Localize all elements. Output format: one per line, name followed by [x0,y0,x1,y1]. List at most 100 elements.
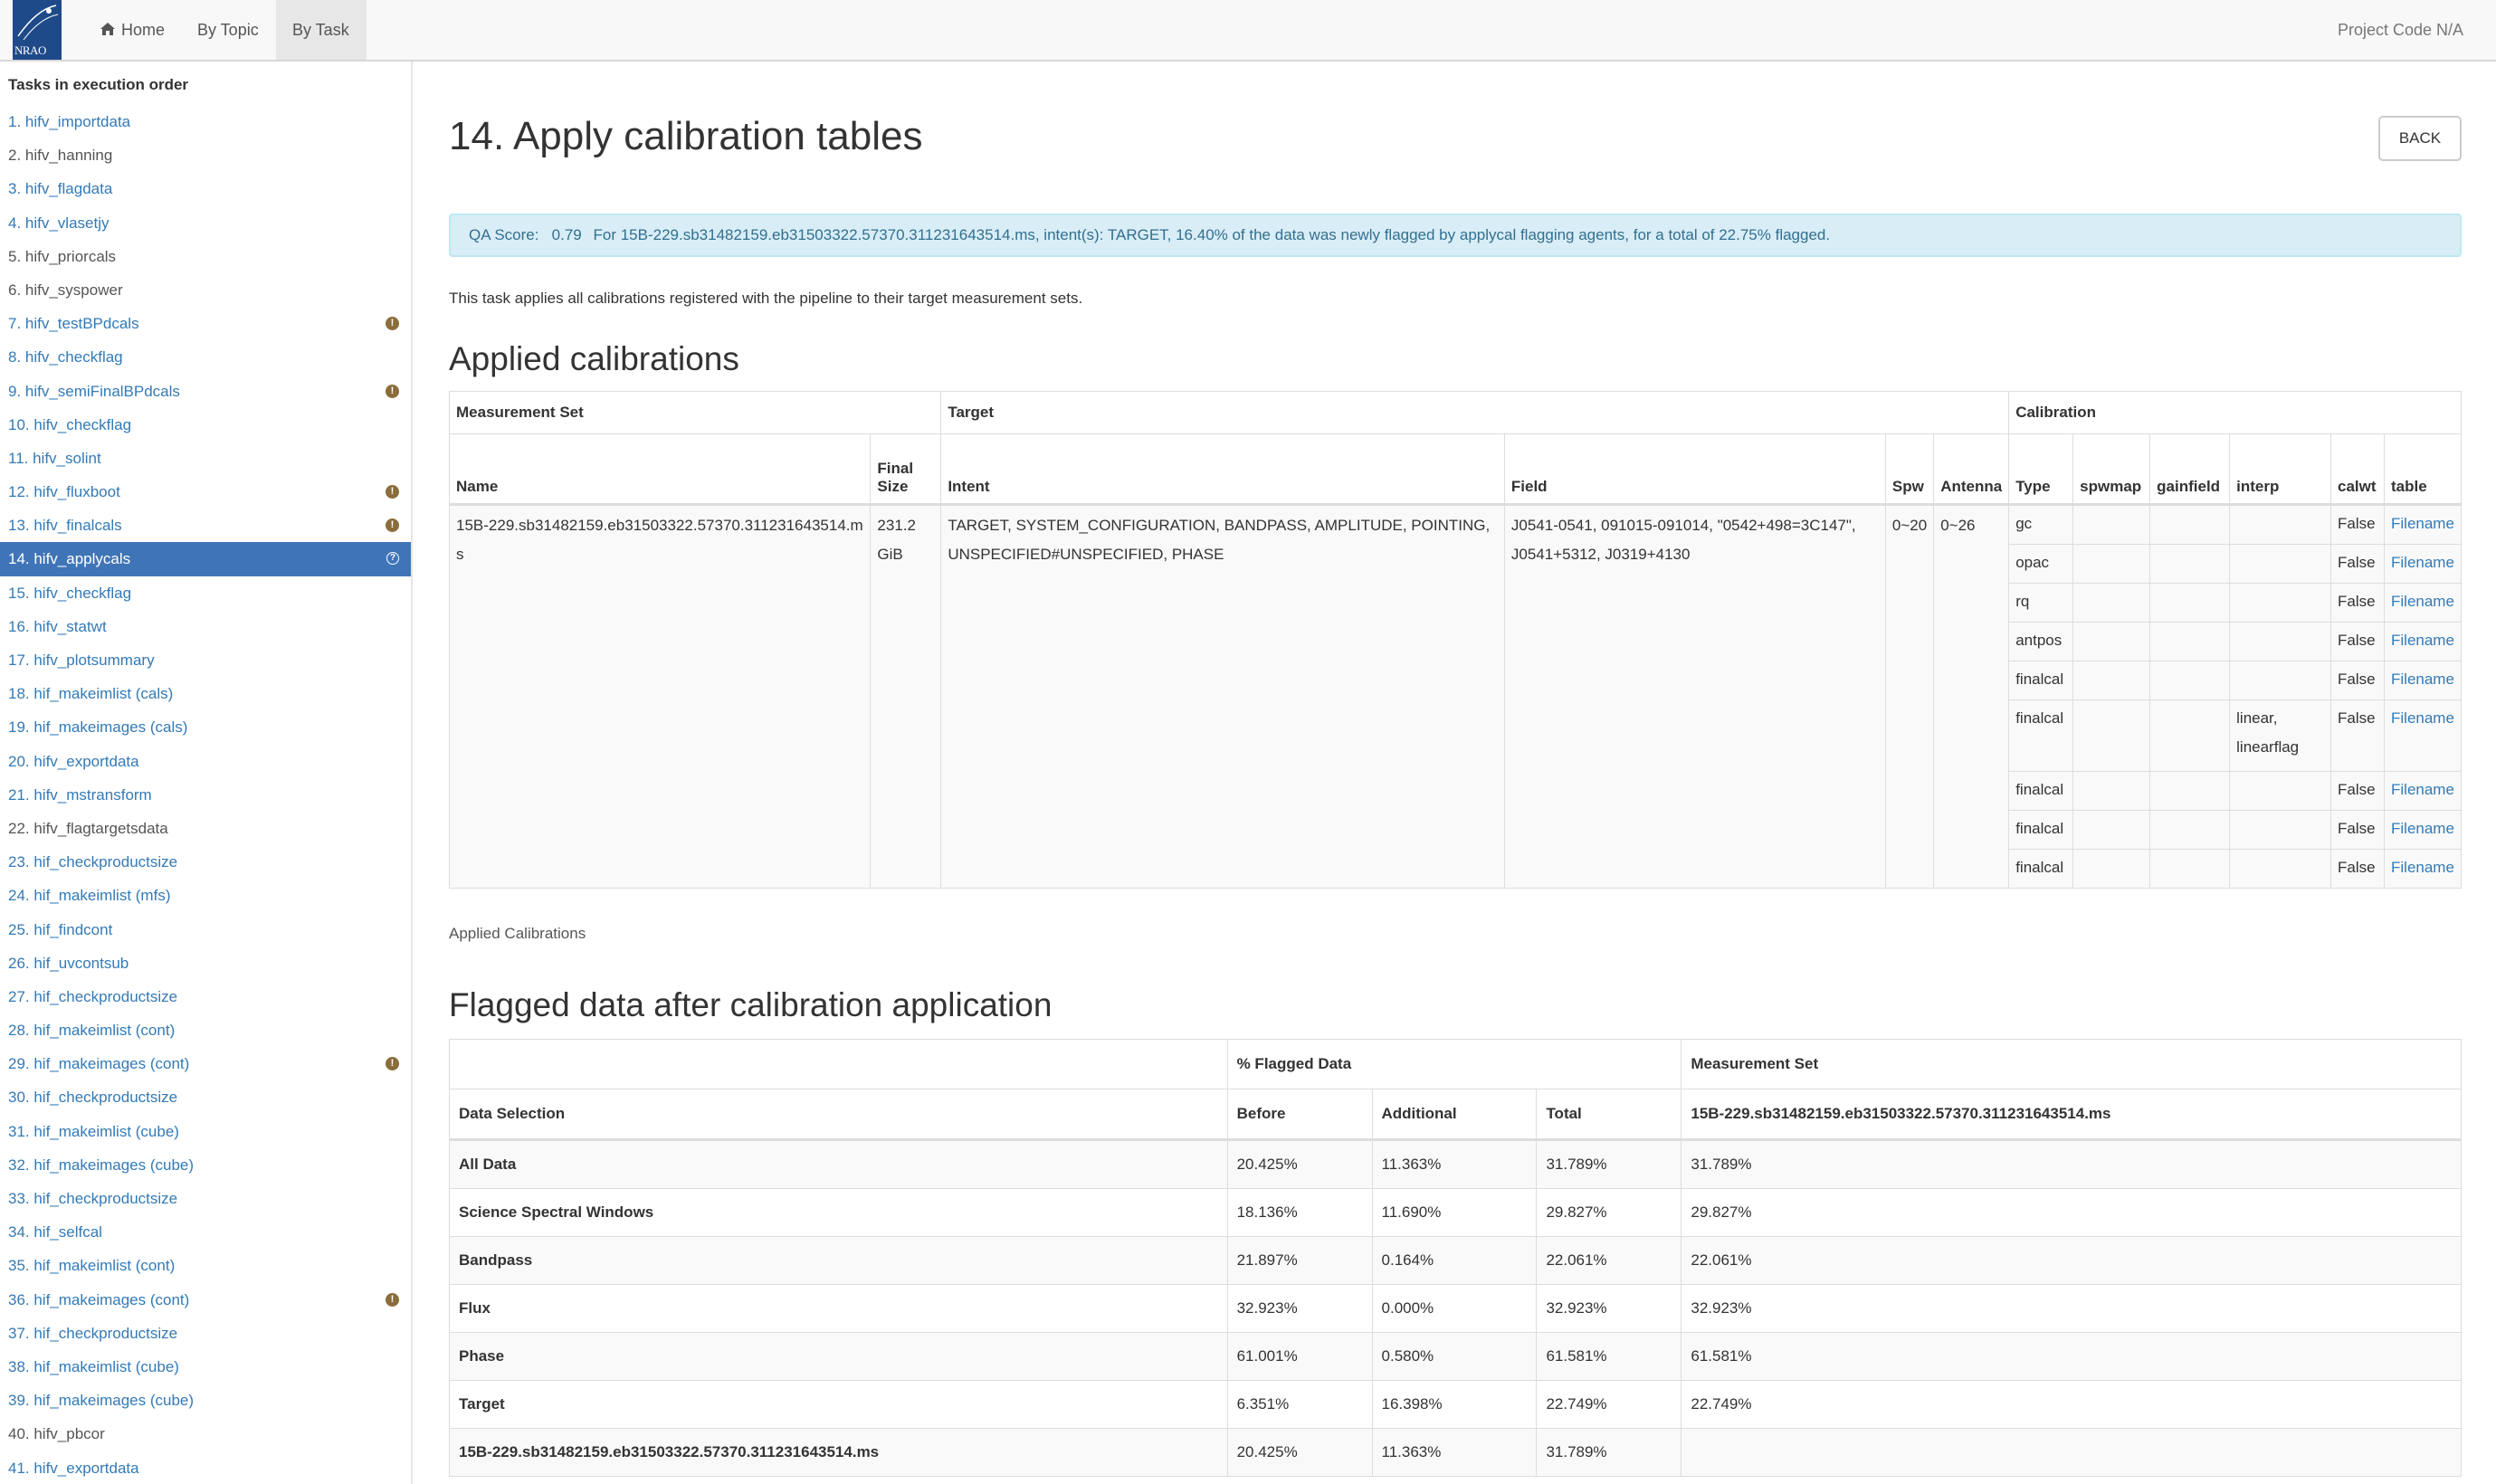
sidebar-task-item[interactable]: 31. hif_makeimlist (cube) [0,1115,411,1148]
sidebar-task-item[interactable]: 19. hif_makeimages (cals) [0,710,411,744]
sidebar-task-item[interactable]: 14. hifv_applycals? [0,542,411,576]
sidebar-task-item[interactable]: 24. hif_makeimlist (mfs) [0,879,411,912]
calibration-table-link[interactable]: Filename [2391,820,2454,837]
flagged-data-heading: Flagged data after calibration applicati… [449,986,1053,1023]
sidebar-task-item[interactable]: 2. hifv_hanning [0,138,411,172]
sidebar-task-item[interactable]: 28. hif_makeimlist (cont) [0,1013,411,1047]
sidebar-task-item[interactable]: 13. hifv_finalcals! [0,509,411,542]
flagged-ms-cell: 32.923% [1681,1284,2462,1333]
sidebar-task-item[interactable]: 33. hif_checkproductsize [0,1182,411,1215]
flagged-total-cell: 22.061% [1536,1236,1682,1285]
sidebar-task-item[interactable]: 8. hifv_checkflag [0,340,411,374]
sidebar-task-item[interactable]: 26. hif_uvcontsub [0,947,411,980]
sidebar-task-item[interactable]: 20. hifv_exportdata [0,745,411,778]
sidebar-task-item[interactable]: 23. hif_checkproductsize [0,845,411,879]
sidebar-task-item[interactable]: 16. hifv_statwt [0,610,411,643]
sidebar-task-item[interactable]: 21. hifv_mstransform [0,778,411,812]
sidebar-task-item[interactable]: 15. hifv_checkflag [0,576,411,610]
calibration-table-link[interactable]: Filename [2391,671,2454,688]
sidebar-task-label: 8. hifv_checkflag [8,348,123,366]
flagged-row: Bandpass 21.897% 0.164% 22.061% 22.061% [449,1236,2462,1285]
calibration-table-link[interactable]: Filename [2391,632,2454,649]
sidebar-task-label: 33. hif_checkproductsize [8,1190,178,1207]
flagged-before-cell: 20.425% [1226,1428,1373,1477]
sidebar-task-item[interactable]: 37. hif_checkproductsize [0,1317,411,1350]
sidebar-task-item[interactable]: 36. hif_makeimages (cont)! [0,1283,411,1317]
qa-label: QA Score: [469,226,539,243]
task-sidebar: Tasks in execution order 1. hifv_importd… [0,62,413,1484]
flagged-additional-cell: 0.164% [1371,1236,1538,1285]
cal-type-cell: finalcal [2008,849,2074,889]
sidebar-task-item[interactable]: 40. hifv_pbcor [0,1417,411,1451]
cal-calwt-cell: False [2330,504,2385,545]
sidebar-title: Tasks in execution order [8,76,189,93]
sidebar-task-item[interactable]: 41. hifv_exportdata [0,1451,411,1484]
task-list: 1. hifv_importdata 2. hifv_hanning 3. hifv… [0,105,411,1484]
sidebar-task-item[interactable]: 22. hifv_flagtargetsdata [0,812,411,845]
cal-spwmap-cell [2072,699,2151,772]
warning-icon: ! [386,317,399,331]
sidebar-task-label: 32. hif_makeimages (cube) [8,1156,195,1174]
nav-by-topic[interactable]: By Topic [181,0,275,60]
sidebar-task-item[interactable]: 9. hifv_semiFinalBPdcals! [0,375,411,408]
sidebar-task-item[interactable]: 25. hif_findcont [0,913,411,947]
col-header-total: Total [1536,1089,1682,1141]
flagged-row: 15B-229.sb31482159.eb31503322.57370.3112… [449,1428,2462,1477]
group-header-pct-flagged: % Flagged Data [1226,1039,1682,1089]
sidebar-task-label: 21. hifv_mstransform [8,785,152,804]
sidebar-task-item[interactable]: 38. hif_makeimlist (cube) [0,1350,411,1384]
cal-gainfield-cell [2149,810,2231,850]
sidebar-task-item[interactable]: 11. hifv_solint [0,442,411,475]
nav-home[interactable]: Home [83,0,181,60]
sidebar-task-item[interactable]: 18. hif_makeimlist (cals) [0,677,411,710]
sidebar-task-item[interactable]: 3. hifv_flagdata [0,172,411,205]
back-button[interactable]: BACK [2378,116,2462,161]
col-header-additional: Additional [1371,1089,1538,1141]
sidebar-task-item[interactable]: 7. hifv_testBPdcals! [0,307,411,340]
cal-spwmap-cell [2072,771,2151,811]
applied-calibrations-heading: Applied calibrations [449,340,739,377]
sidebar-task-item[interactable]: 34. hif_selfcal [0,1215,411,1249]
sidebar-task-item[interactable]: 39. hif_makeimages (cube) [0,1384,411,1417]
applied-calibrations-table: Measurement Set Target Calibration Name … [448,391,2462,889]
cal-table-cell: Filename [2384,699,2462,772]
calibration-row: 15B-229.sb31482159.eb31503322.57370.3112… [448,504,2462,889]
sidebar-task-item[interactable]: 6. hifv_syspower [0,273,411,307]
sidebar-task-label: 26. hif_uvcontsub [8,954,129,972]
flagged-additional-cell: 11.363% [1371,1139,1538,1189]
sidebar-task-item[interactable]: 35. hif_makeimlist (cont) [0,1249,411,1282]
sidebar-task-item[interactable]: 29. hif_makeimages (cont)! [0,1047,411,1080]
cal-type-cell: finalcal [2008,661,2074,700]
flagged-before-cell: 32.923% [1226,1284,1373,1333]
col-header-gainfield: gainfield [2149,433,2231,506]
cal-calwt-cell: False [2330,849,2385,889]
sidebar-task-item[interactable]: 12. hifv_fluxboot! [0,475,411,509]
nrao-logo[interactable]: NRAO [13,0,62,60]
sidebar-task-item[interactable]: 1. hifv_importdata [0,105,411,138]
sidebar-task-label: 18. hif_makeimlist (cals) [8,685,174,703]
sidebar-task-label: 34. hif_selfcal [8,1223,102,1241]
col-header-interp: interp [2229,433,2332,506]
sidebar-task-item[interactable]: 17. hifv_plotsummary [0,643,411,677]
sidebar-task-label: 11. hifv_solint [8,449,101,467]
nav-by-task[interactable]: By Task [276,0,367,60]
calibration-table-link[interactable]: Filename [2391,515,2454,532]
calibration-table-link[interactable]: Filename [2391,781,2454,798]
sidebar-task-item[interactable]: 10. hifv_checkflag [0,408,411,442]
col-header-antenna: Antenna [1933,433,2010,506]
sidebar-task-label: 17. hifv_plotsummary [8,652,155,669]
sidebar-task-item[interactable]: 30. hif_checkproductsize [0,1080,411,1114]
calibration-table-link[interactable]: Filename [2391,593,2454,610]
flagged-ms-cell [1681,1428,2462,1477]
calibration-table-link[interactable]: Filename [2391,709,2454,727]
warning-icon: ! [386,1057,399,1071]
calibration-table-link[interactable]: Filename [2391,859,2454,876]
sidebar-task-label: 7. hifv_testBPdcals [8,315,139,333]
calibration-table-link[interactable]: Filename [2391,554,2454,571]
flagged-row: Target 6.351% 16.398% 22.749% 22.749% [449,1380,2462,1429]
sidebar-task-item[interactable]: 32. hif_makeimages (cube) [0,1148,411,1182]
flagged-total-cell: 29.827% [1536,1188,1682,1237]
sidebar-task-item[interactable]: 4. hifv_vlasetjy [0,206,411,240]
sidebar-task-item[interactable]: 5. hifv_priorcals [0,240,411,273]
sidebar-task-item[interactable]: 27. hif_checkproductsize [0,980,411,1013]
